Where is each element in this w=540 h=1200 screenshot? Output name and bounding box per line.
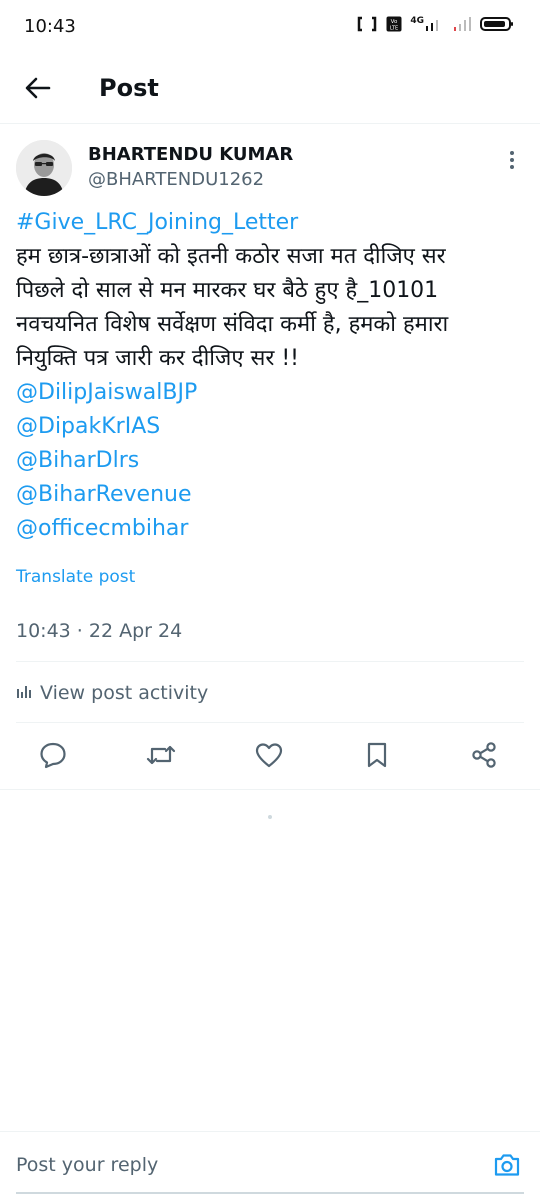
author-name[interactable]: BHARTENDU KUMAR bbox=[88, 143, 293, 167]
svg-text:Vo: Vo bbox=[391, 19, 398, 25]
hashtag-link[interactable]: #Give_LRC_Joining_Letter bbox=[16, 206, 526, 240]
divider bbox=[16, 722, 524, 723]
loading-indicator bbox=[268, 815, 272, 819]
reply-button[interactable] bbox=[38, 742, 68, 772]
camera-icon bbox=[493, 1153, 521, 1181]
post-text-line: हम छात्र-छात्राओं को इतनी कठोर सजा मत दी… bbox=[16, 244, 446, 269]
screen-record-icon bbox=[356, 16, 378, 32]
share-button[interactable] bbox=[469, 742, 499, 772]
mention-link[interactable]: @DilipJaiswalBJP bbox=[16, 376, 526, 410]
like-button[interactable] bbox=[254, 742, 284, 772]
camera-button[interactable] bbox=[492, 1152, 522, 1182]
reply-icon bbox=[39, 741, 67, 773]
repost-button[interactable] bbox=[146, 742, 176, 772]
more-options-button[interactable] bbox=[500, 150, 524, 174]
reply-input[interactable]: Post your reply bbox=[16, 1154, 158, 1176]
avatar[interactable] bbox=[16, 140, 72, 196]
mention-link[interactable]: @officecmbihar bbox=[16, 512, 526, 546]
post-text-line: नवचयनित विशेष सर्वेक्षण संविदा कर्मी है,… bbox=[16, 312, 449, 337]
mention-link[interactable]: @BiharDlrs bbox=[16, 444, 526, 478]
post-author: BHARTENDU KUMAR @BHARTENDU1262 bbox=[16, 140, 524, 202]
post-text: #Give_LRC_Joining_Letter हम छात्र-छात्रा… bbox=[16, 206, 526, 546]
post-text-line: नियुक्ति पत्र जारी कर दीजिए सर !! bbox=[16, 346, 299, 371]
status-bar: 10:43 Vo LTE 4G bbox=[0, 0, 540, 56]
volte-icon: Vo LTE bbox=[386, 16, 402, 32]
network-4g-icon: 4G bbox=[410, 16, 444, 32]
status-icons: Vo LTE 4G bbox=[356, 16, 514, 32]
post-actions bbox=[0, 732, 540, 782]
mention-link[interactable]: @BiharRevenue bbox=[16, 478, 526, 512]
share-icon bbox=[470, 741, 498, 773]
divider bbox=[16, 661, 524, 662]
back-button[interactable] bbox=[20, 72, 56, 108]
network-label: 4G bbox=[410, 16, 424, 26]
post-timestamp: 10:43 · 22 Apr 24 bbox=[16, 620, 183, 642]
top-bar: Post bbox=[0, 56, 540, 124]
svg-text:LTE: LTE bbox=[390, 26, 398, 32]
signal-icon bbox=[452, 16, 472, 32]
reply-bar: Post your reply bbox=[0, 1131, 540, 1200]
view-post-activity[interactable]: View post activity bbox=[16, 678, 208, 708]
post-text-line: पिछले दो साल से मन मारकर घर बैठे हुए है_… bbox=[16, 278, 439, 303]
divider bbox=[0, 789, 540, 790]
arrow-left-icon bbox=[25, 77, 51, 103]
author-handle[interactable]: @BHARTENDU1262 bbox=[88, 168, 264, 192]
bookmark-button[interactable] bbox=[362, 742, 392, 772]
more-vertical-icon bbox=[509, 150, 515, 174]
reply-input-underline bbox=[16, 1192, 524, 1194]
status-time: 10:43 bbox=[24, 16, 76, 37]
view-post-activity-label: View post activity bbox=[40, 682, 209, 704]
bar-chart-icon bbox=[16, 682, 32, 704]
heart-icon bbox=[255, 742, 283, 772]
bookmark-icon bbox=[366, 741, 388, 773]
repost-icon bbox=[146, 741, 176, 773]
battery-icon bbox=[480, 16, 514, 32]
mention-link[interactable]: @DipakKrIAS bbox=[16, 410, 526, 444]
page-title: Post bbox=[99, 74, 159, 102]
translate-post-link[interactable]: Translate post bbox=[16, 567, 135, 587]
